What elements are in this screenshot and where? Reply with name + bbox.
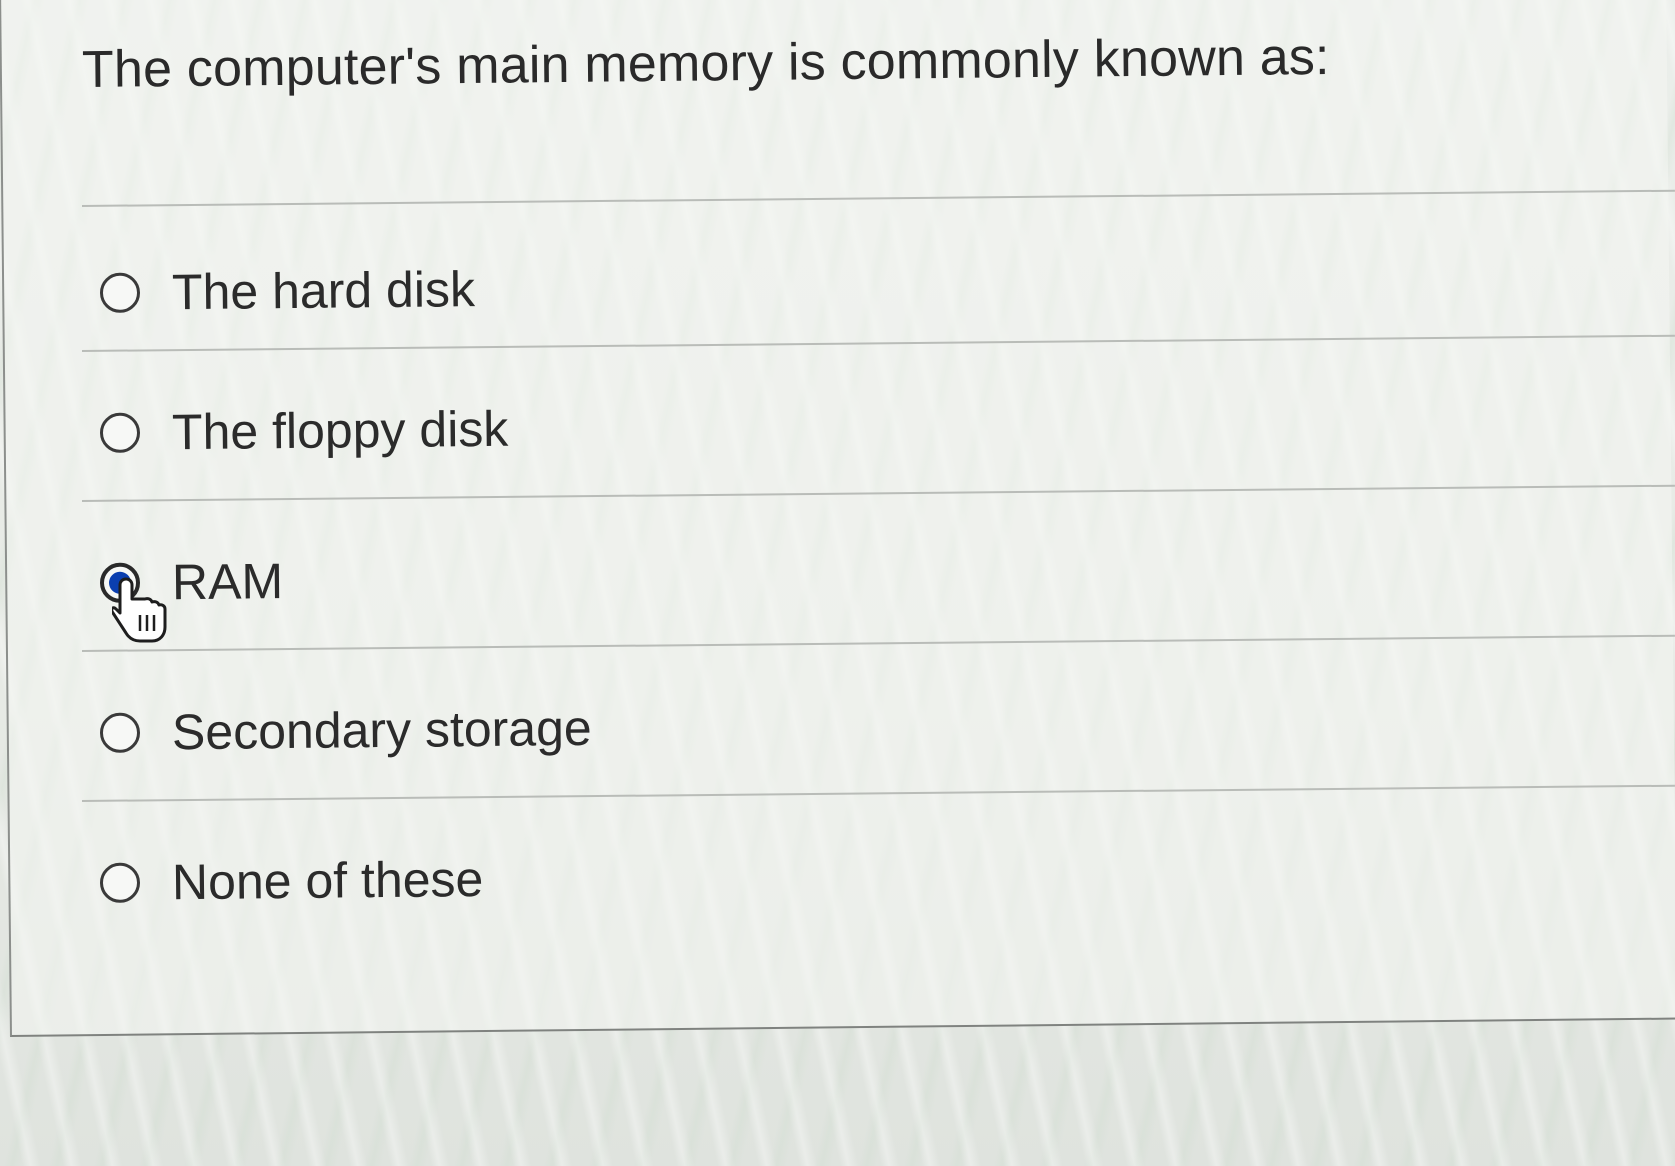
radio-button[interactable] <box>99 712 141 753</box>
radio-button[interactable] <box>99 862 141 903</box>
option-floppy-disk[interactable]: The floppy disk <box>99 389 1001 468</box>
radio-button[interactable] <box>99 412 141 453</box>
quiz-screen: The computer's main memory is commonly k… <box>0 0 1675 1166</box>
radio-button[interactable] <box>99 272 141 313</box>
option-label: Secondary storage <box>171 699 592 761</box>
option-label: RAM <box>171 553 284 611</box>
hand-pointer-cursor-icon <box>112 577 167 643</box>
option-hard-disk[interactable]: The hard disk <box>99 249 1001 328</box>
option-ram[interactable]: RAM <box>99 539 1001 618</box>
option-label: None of these <box>171 850 484 911</box>
option-secondary-storage[interactable]: Secondary storage <box>99 689 1001 768</box>
option-label: The floppy disk <box>171 400 509 461</box>
option-none-of-these[interactable]: None of these <box>99 839 1001 918</box>
option-label: The hard disk <box>171 261 476 321</box>
